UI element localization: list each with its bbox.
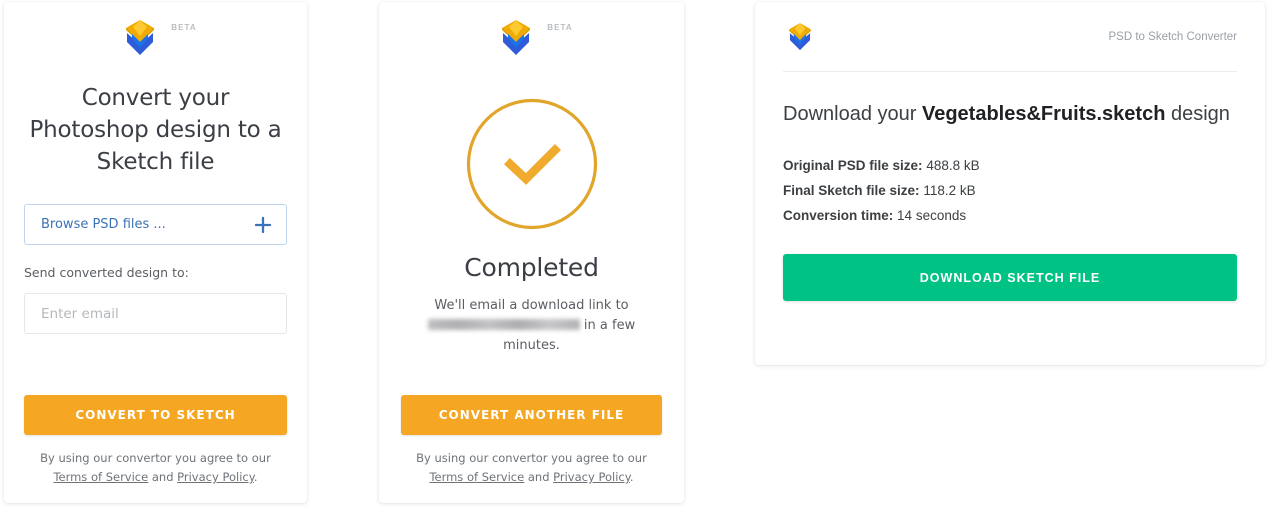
legal-conjunction: and [527, 470, 550, 484]
upload-card-footer: Convert to Sketch By using our convertor… [24, 395, 287, 487]
convert-another-file-button[interactable]: Convert another file [401, 395, 662, 435]
page-title: Convert your Photoshop design to a Sketc… [29, 85, 282, 175]
sketch-diamond-icon [114, 16, 166, 60]
legal-conjunction: and [151, 470, 174, 484]
header-divider [783, 71, 1237, 72]
file-stat-row: Original PSD file size: 488.8 kB [783, 153, 1237, 178]
sketch-diamond-icon-svg [789, 23, 811, 51]
download-card-header: PSD to Sketch Converter [783, 20, 1237, 54]
status-icon-wrap [401, 98, 662, 230]
status-title: Completed [464, 253, 599, 282]
download-card-body: PSD to Sketch Converter Download your Ve… [755, 2, 1265, 301]
legal-text-upload: By using our convertor you agree to our … [24, 449, 287, 487]
brand-logo-row-2: BETA [401, 16, 662, 60]
completed-card: BETA Completed We'll email a download li… [379, 2, 684, 503]
legal-suffix: . [629, 470, 634, 484]
email-field-label: Send converted design to: [24, 265, 189, 280]
sketch-diamond-icon-svg [502, 20, 531, 55]
check-circle-icon [466, 98, 597, 230]
download-title: Download your Vegetables&Fruits.sketch d… [783, 99, 1237, 129]
stat-label: Original PSD file size: [783, 158, 923, 173]
legal-text-completed: By using our convertor you agree to our … [401, 449, 662, 487]
stat-value: 14 seconds [897, 208, 967, 223]
browse-psd-files-button[interactable]: Browse PSD files ... [24, 204, 287, 245]
download-card: PSD to Sketch Converter Download your Ve… [755, 2, 1265, 365]
file-stat-row: Conversion time: 14 seconds [783, 203, 1237, 228]
file-stats-list: Original PSD file size: 488.8 kB Final S… [783, 153, 1237, 228]
beta-badge: BETA [171, 23, 197, 32]
legal-prefix: By using our convertor you agree to our [40, 451, 271, 465]
brand-logo-row: BETA [24, 16, 287, 60]
upload-card: BETA Convert your Photoshop design to a … [4, 2, 307, 503]
stat-value: 118.2 kB [923, 183, 976, 198]
email-input[interactable] [24, 293, 287, 334]
status-message-prefix: We'll email a download link to [434, 298, 629, 313]
browse-psd-files-label: Browse PSD files ... [41, 217, 166, 232]
privacy-policy-link[interactable]: Privacy Policy [553, 470, 630, 484]
privacy-policy-link[interactable]: Privacy Policy [177, 470, 254, 484]
stat-label: Final Sketch file size: [783, 183, 920, 198]
download-title-prefix: Download your [783, 103, 917, 125]
converter-brand-label: PSD to Sketch Converter [1108, 31, 1237, 43]
legal-suffix: . [253, 470, 258, 484]
stat-value: 488.8 kB [926, 158, 980, 173]
redacted-email [427, 319, 580, 330]
status-message: We'll email a download link to in a few … [401, 296, 662, 356]
legal-prefix: By using our convertor you agree to our [416, 451, 647, 465]
sketch-diamond-icon [783, 20, 817, 54]
terms-of-service-link[interactable]: Terms of Service [429, 470, 524, 484]
beta-badge: BETA [547, 23, 573, 32]
page-root: BETA Convert your Photoshop design to a … [0, 0, 1280, 510]
terms-of-service-link[interactable]: Terms of Service [53, 470, 148, 484]
stat-label: Conversion time: [783, 208, 894, 223]
file-stat-row: Final Sketch file size: 118.2 kB [783, 178, 1237, 203]
sketch-diamond-icon-svg [126, 20, 155, 55]
sketch-diamond-icon [490, 16, 542, 60]
convert-to-sketch-button[interactable]: Convert to Sketch [24, 395, 287, 435]
download-sketch-file-button[interactable]: Download Sketch File [783, 254, 1237, 301]
upload-card-body: BETA Convert your Photoshop design to a … [4, 2, 307, 334]
download-file-name: Vegetables&Fruits.sketch [921, 103, 1166, 125]
completed-card-footer: Convert another file By using our conver… [401, 395, 662, 487]
download-title-suffix: design [1170, 103, 1230, 125]
completed-card-body: BETA Completed We'll email a download li… [379, 2, 684, 356]
plus-icon [254, 216, 272, 233]
